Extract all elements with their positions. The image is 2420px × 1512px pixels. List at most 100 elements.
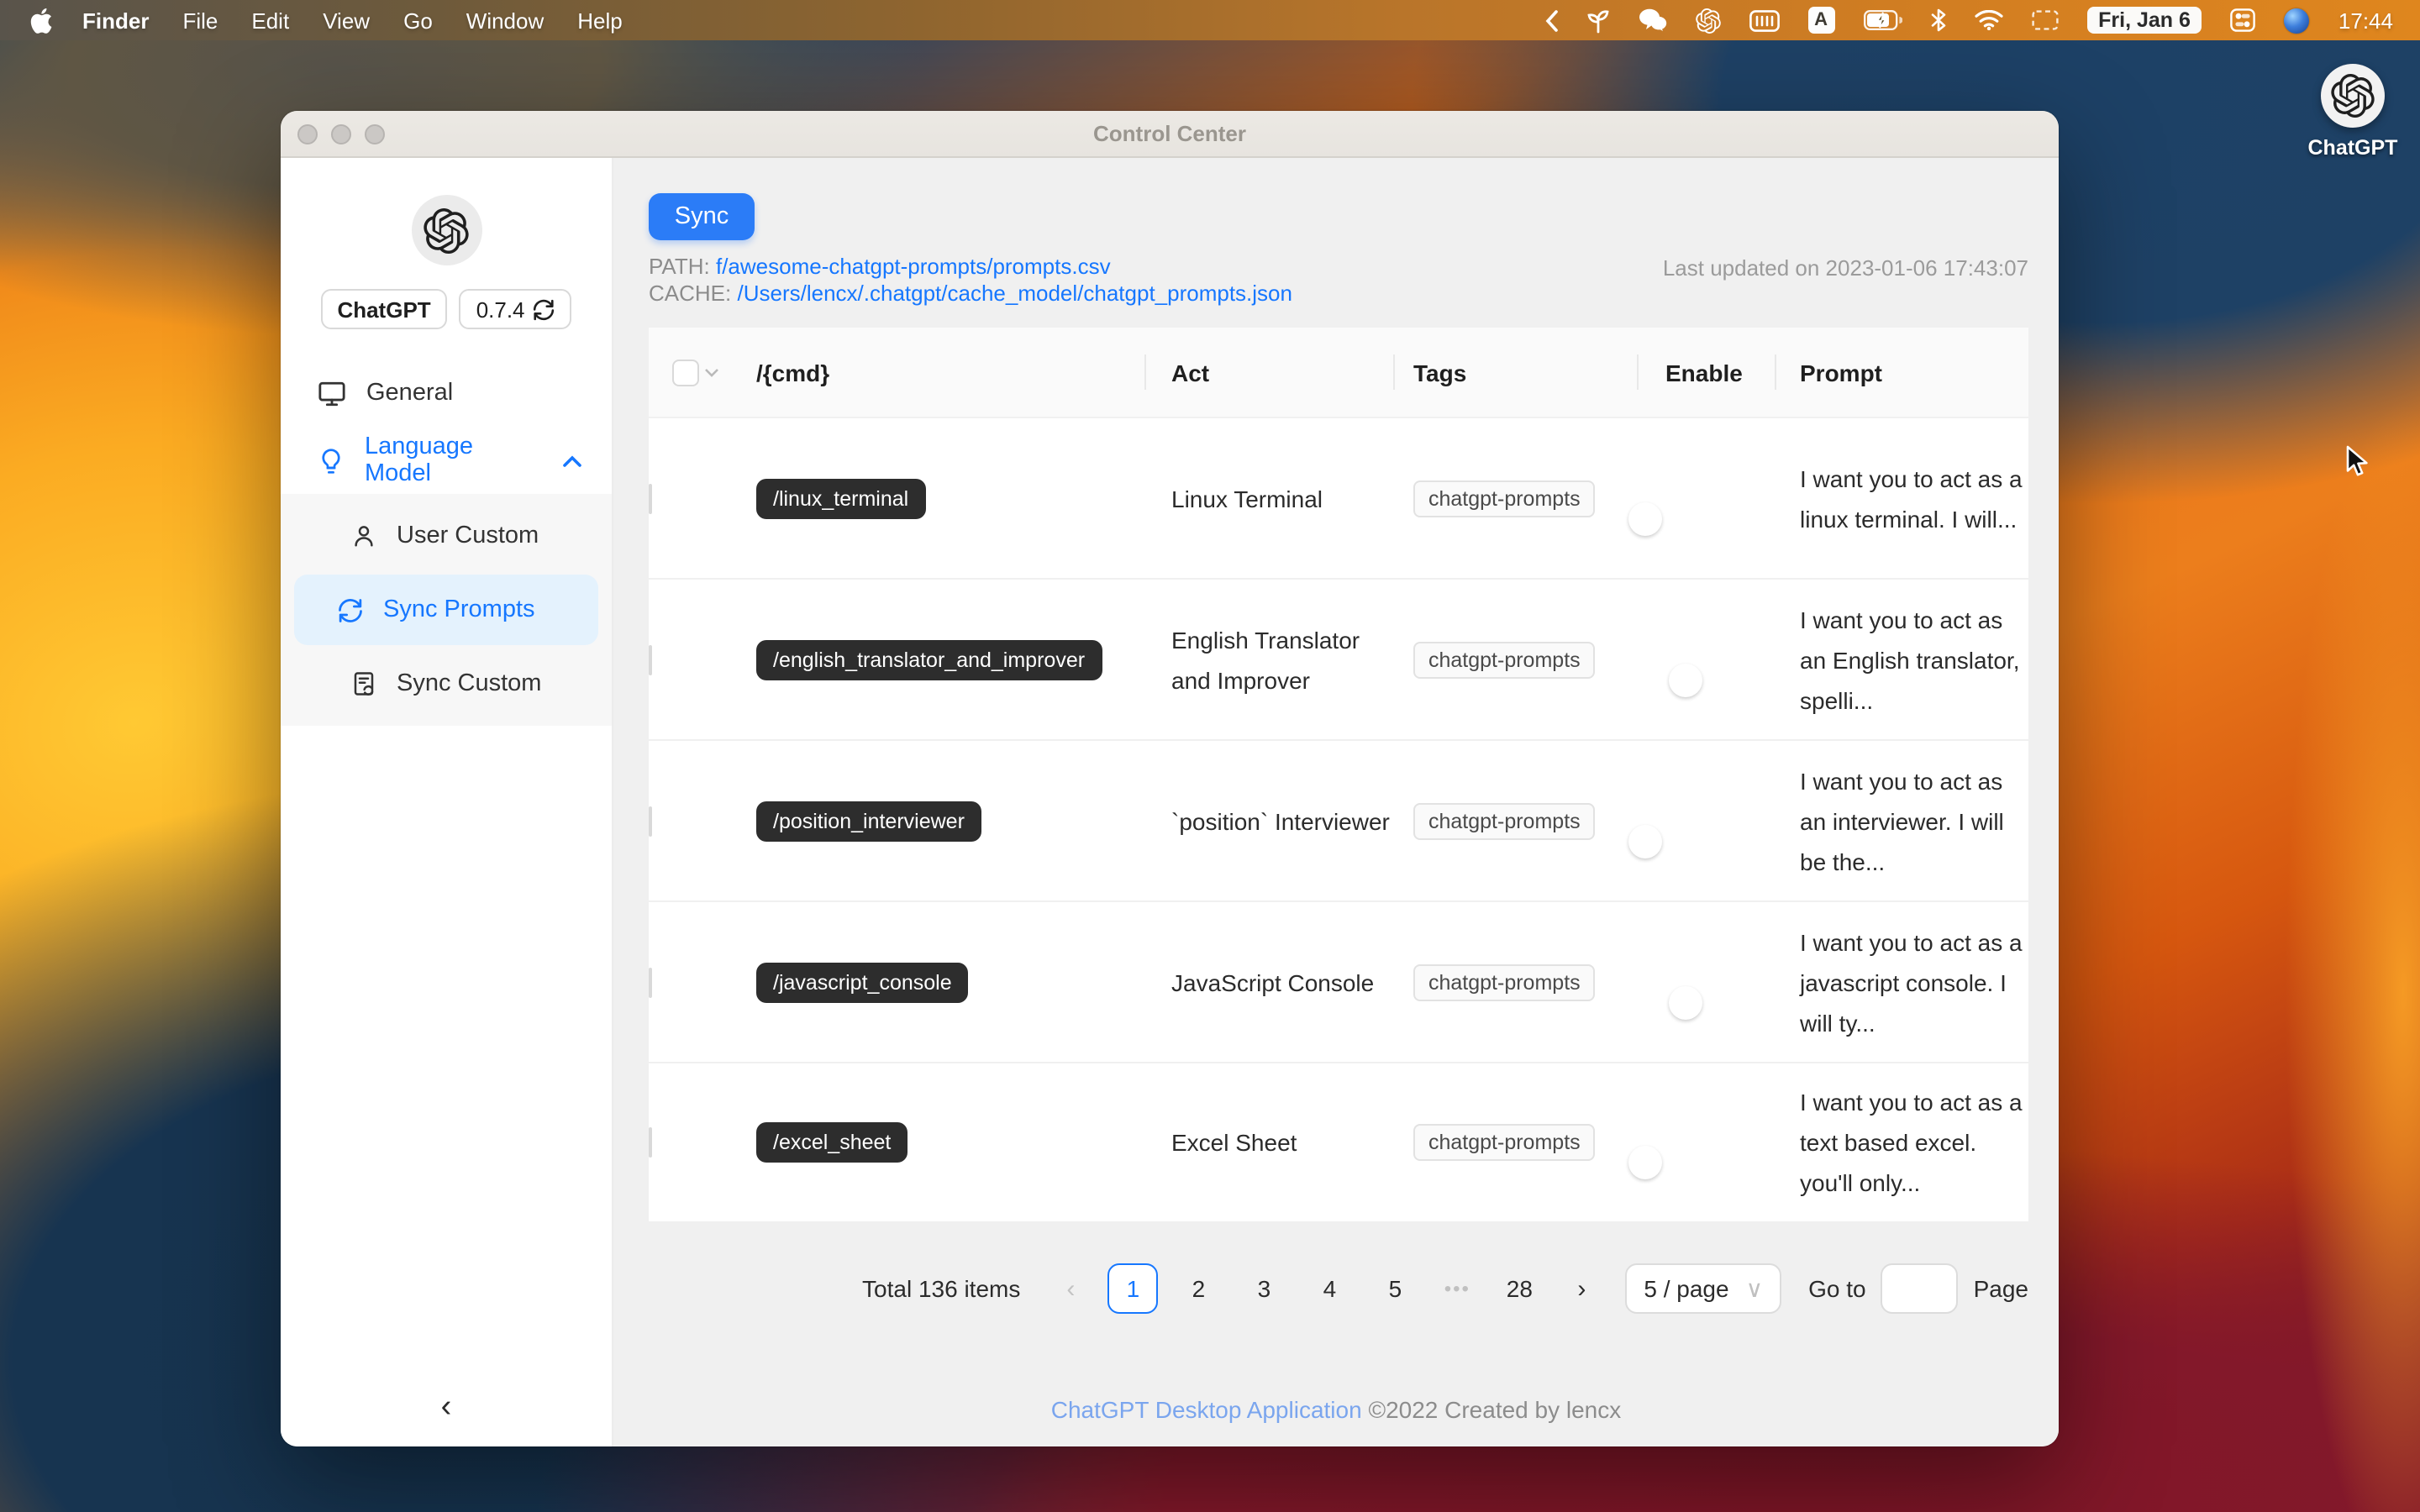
header-act[interactable]: Act [1146,328,1395,417]
mouse-cursor [2346,445,2371,487]
sidebar-item-label: User Custom [397,522,539,549]
row-checkbox[interactable] [649,644,652,675]
cmd-badge: /english_translator_and_improver [756,639,1102,680]
next-page-button[interactable]: › [1560,1274,1603,1303]
prompts-table: /{cmd} Act Tags Enable Prompt /linux_ter… [649,328,2028,1223]
sprout-icon[interactable] [1586,0,1609,40]
sidebar-item-sync-custom[interactable]: Sync Custom [294,648,598,719]
goto-page-input[interactable] [1881,1263,1959,1314]
desktop-icon-chatgpt[interactable]: ChatGPT [2306,64,2400,160]
footer-app-link[interactable]: ChatGPT Desktop Application [1051,1396,1362,1423]
pagination-ellipsis[interactable]: ••• [1435,1277,1479,1300]
bluetooth-icon[interactable] [1930,0,1945,40]
prev-page-button[interactable]: ‹ [1049,1274,1092,1303]
apple-menu-icon[interactable] [30,0,52,40]
control-center-icon[interactable] [2231,0,2256,40]
menu-bar-date[interactable]: Fri, Jan 6 [2086,7,2202,34]
tag-badge: chatgpt-prompts [1413,1124,1596,1161]
row-checkbox[interactable] [649,806,652,836]
page-number-last[interactable]: 28 [1494,1263,1544,1314]
header-enable[interactable]: Enable [1639,328,1776,417]
menu-go[interactable]: Go [387,0,450,40]
header-tags[interactable]: Tags [1395,328,1639,417]
row-checkbox[interactable] [649,483,652,513]
sidebar: ChatGPT 0.7.4 General Language Model Use… [281,158,613,1446]
cmd-badge: /linux_terminal [756,478,926,518]
sidebar-logo-wrap [281,195,612,265]
sidebar-item-sync-prompts[interactable]: Sync Prompts [294,575,598,645]
battery-icon[interactable] [1863,0,1902,40]
version-number: 0.7.4 [476,297,525,322]
row-checkbox[interactable] [649,967,652,997]
version-badge[interactable]: 0.7.4 [459,289,572,329]
back-chevron-icon[interactable] [1544,0,1557,40]
wifi-icon[interactable] [1974,0,2002,40]
desktop-screen: Finder File Edit View Go Window Help A F… [0,0,2420,1512]
screen-mirroring-icon[interactable] [2031,0,2058,40]
footer-copyright: ©2022 Created by lencx [1368,1396,1622,1423]
page-number-3[interactable]: 3 [1239,1263,1289,1314]
menu-finder[interactable]: Finder [66,0,166,40]
page-number-4[interactable]: 4 [1304,1263,1355,1314]
tag-badge: chatgpt-prompts [1413,641,1596,678]
page-size-select[interactable]: 5 / page ∨ [1625,1263,1782,1314]
traffic-lights [297,111,385,158]
sync-button[interactable]: Sync [649,193,755,240]
path-link[interactable]: f/awesome-chatgpt-prompts/prompts.csv [716,254,1111,279]
cache-link[interactable]: /Users/lencx/.chatgpt/cache_model/chatgp… [738,280,1292,305]
openai-menubar-icon[interactable] [1695,0,1720,40]
row-checkbox[interactable] [649,1127,652,1158]
minimize-button[interactable] [331,124,351,144]
globe-status-icon[interactable] [2284,8,2310,33]
menu-bar-clock[interactable]: 17:44 [2338,8,2393,33]
select-all-checkbox[interactable] [672,359,699,386]
window-body: ChatGPT 0.7.4 General Language Model Use… [281,158,2059,1446]
tag-badge: chatgpt-prompts [1413,802,1596,839]
menu-help[interactable]: Help [560,0,639,40]
header-prompt[interactable]: Prompt [1776,328,2028,417]
openai-logo-icon [411,195,481,265]
menu-bar: Finder File Edit View Go Window Help A F… [0,0,2420,40]
chevron-up-icon [563,454,581,466]
wechat-icon[interactable] [1638,0,1666,40]
select-chevron-icon: ∨ [1745,1274,1764,1301]
close-button[interactable] [297,124,318,144]
cache-label: CACHE: [649,280,732,305]
zoom-button[interactable] [365,124,385,144]
header-cmd[interactable]: /{cmd} [743,328,1146,417]
tuner-icon[interactable] [1749,0,1780,40]
refresh-icon[interactable] [534,298,555,320]
path-meta: PATH: f/awesome-chatgpt-prompts/prompts.… [649,254,2028,306]
sidebar-item-language-model[interactable]: Language Model [281,427,612,494]
control-center-window: Control Center ChatGPT 0.7.4 General Lan… [281,111,2059,1446]
menu-edit[interactable]: Edit [234,0,306,40]
table-row: /excel_sheet Excel Sheet chatgpt-prompts… [649,1062,2028,1223]
sync-icon [338,597,363,622]
sidebar-item-label: General [366,380,454,407]
sidebar-collapse-button[interactable]: ‹ [281,1389,612,1426]
chatgpt-app-icon [2321,64,2385,128]
act-text: JavaScript Console [1171,969,1375,995]
page-number-1[interactable]: 1 [1107,1263,1159,1314]
menu-window[interactable]: Window [450,0,561,40]
header-select-cell [649,328,743,417]
menu-file[interactable]: File [166,0,234,40]
act-text: English Translator and Improver [1171,626,1360,693]
sidebar-item-user-custom[interactable]: User Custom [294,501,598,571]
chevron-down-icon[interactable] [704,367,719,377]
last-updated-text: Last updated on 2023-01-06 17:43:07 [1662,255,2028,281]
page-number-2[interactable]: 2 [1173,1263,1223,1314]
menu-bar-status-area: A Fri, Jan 6 17:44 [1544,0,2420,40]
sidebar-item-label: Sync Prompts [383,596,535,623]
page-number-5[interactable]: 5 [1370,1263,1420,1314]
window-title: Control Center [1093,121,1246,146]
sidebar-item-general[interactable]: General [281,360,612,427]
act-text: Linux Terminal [1171,485,1323,512]
window-titlebar[interactable]: Control Center [281,111,2059,158]
menu-view[interactable]: View [306,0,387,40]
input-source-icon[interactable]: A [1807,7,1835,34]
sidebar-submenu: User Custom Sync Prompts Sync Custom [281,494,612,726]
prompt-text: I want you to act as a javascript consol… [1800,928,2023,1036]
prompt-text: I want you to act as an English translat… [1800,606,2020,713]
page-label: Page [1973,1275,2028,1302]
